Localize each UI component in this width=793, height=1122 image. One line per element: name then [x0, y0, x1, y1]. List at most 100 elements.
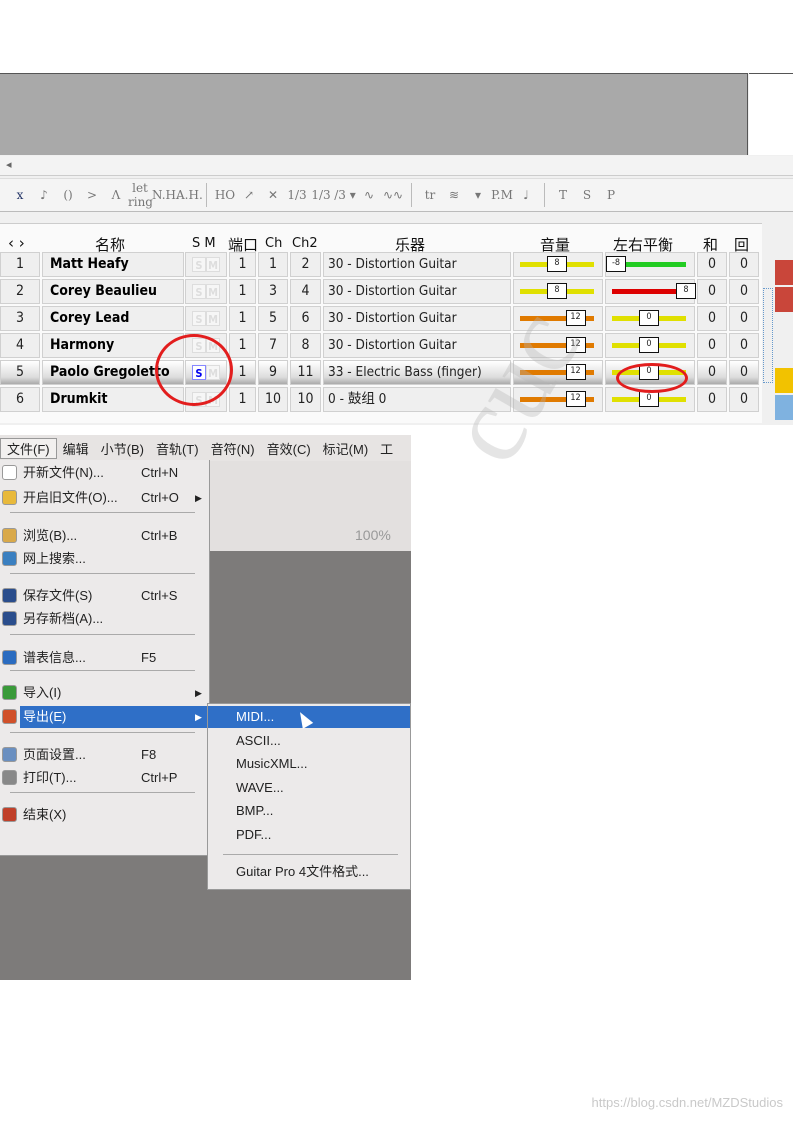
cell-reverb: 0	[729, 306, 759, 331]
vertical-scrollbar[interactable]	[763, 288, 773, 383]
toolbar-effect-icon[interactable]: N.H.	[152, 188, 180, 202]
toolbar-effect-icon[interactable]: ≋	[442, 188, 466, 202]
horizontal-scrollbar[interactable]: ◂	[0, 156, 793, 176]
toolbar-effect-icon[interactable]: A.H.	[176, 188, 203, 202]
cell-port: 1	[229, 360, 256, 385]
nav-arrows[interactable]: ‹ ›	[8, 234, 25, 252]
menu-item[interactable]: 开新文件(N)... Ctrl+N	[0, 462, 210, 484]
cell-instrument[interactable]: 30 - Distortion Guitar	[323, 252, 511, 277]
menubar-item[interactable]: 音效(C)	[261, 439, 317, 458]
toolbar-effect-icon[interactable]: ✕	[261, 188, 285, 202]
export-item[interactable]: MusicXML...	[208, 753, 410, 775]
menu-item[interactable]: 导入(I) ▶	[0, 682, 210, 704]
solo-toggle[interactable]: S	[192, 257, 206, 272]
menubar-item[interactable]: 工	[374, 439, 399, 458]
menu-separator	[223, 854, 398, 855]
pan-slider-knob[interactable]: 0	[639, 391, 659, 407]
pan-slider-knob[interactable]: -8	[606, 256, 626, 272]
pan-slider-knob[interactable]: 8	[676, 283, 696, 299]
cell-volume[interactable]: 8	[513, 279, 603, 304]
toolbar-effect-icon[interactable]: >	[80, 188, 104, 202]
menubar-item[interactable]: 编辑	[57, 439, 95, 458]
menubar-item[interactable]: 文件(F)	[0, 437, 57, 459]
volume-slider-knob[interactable]: 8	[547, 283, 567, 299]
menu-item-shortcut: Ctrl+S	[141, 588, 178, 603]
toolbar-effect-icon[interactable]: P	[599, 188, 623, 202]
volume-slider-knob[interactable]: 12	[565, 310, 586, 326]
mute-toggle[interactable]: M	[206, 311, 220, 326]
menu-item[interactable]: 导出(E) ▶	[0, 706, 210, 728]
menu-item[interactable]: 页面设置... F8	[0, 744, 210, 766]
solo-toggle[interactable]: S	[192, 311, 206, 326]
track-row[interactable]: 4 Harmony S M 1 7 8 30 - Distortion Guitar 12 0 0 0	[0, 332, 762, 359]
toolbar-effect-icon[interactable]: ()	[56, 188, 80, 202]
cell-name[interactable]: Matt Heafy	[42, 252, 184, 277]
menubar-item[interactable]: 音符(N)	[205, 439, 261, 458]
menu-item-label: 打印(T)...	[23, 770, 77, 785]
pan-slider-track[interactable]	[612, 289, 676, 294]
pan-slider-knob[interactable]: 0	[639, 337, 659, 353]
export-item[interactable]: ASCII...	[208, 730, 410, 752]
exit-icon	[2, 807, 17, 822]
cell-sm[interactable]: SM	[185, 252, 227, 277]
cell-instrument[interactable]: 30 - Distortion Guitar	[323, 279, 511, 304]
menu-item[interactable]: 浏览(B)... Ctrl+B	[0, 525, 210, 547]
mute-toggle[interactable]: M	[206, 284, 220, 299]
cell-reverb: 0	[729, 333, 759, 358]
cell-name[interactable]: Corey Beaulieu	[42, 279, 184, 304]
toolbar-effect-icon[interactable]: ∿	[357, 188, 381, 202]
export-item[interactable]: BMP...	[208, 800, 410, 822]
cell-sm[interactable]: SM	[185, 306, 227, 331]
toolbar-effect-icon[interactable]: /3 ▾	[333, 188, 357, 202]
cell-name[interactable]: Corey Lead	[42, 306, 184, 331]
menu-separator	[10, 573, 195, 574]
menu-item[interactable]: 另存新档(A)...	[0, 608, 210, 630]
track-row[interactable]: 2 Corey Beaulieu S M 1 3 4 30 - Distortion Guit…	[0, 278, 762, 305]
cell-pan[interactable]: 0	[605, 333, 695, 358]
cell-sm[interactable]: SM	[185, 279, 227, 304]
export-item[interactable]: WAVE...	[208, 777, 410, 799]
toolbar-effect-icon[interactable]: Λ	[104, 188, 128, 202]
pan-slider-knob[interactable]: 0	[639, 310, 659, 326]
cell-pan[interactable]: -8	[605, 252, 695, 277]
toolbar-effect-icon[interactable]: T	[551, 188, 575, 202]
toolbar-effect-icon[interactable]: 1/3	[309, 188, 333, 202]
track-color-swatch	[775, 341, 793, 366]
track-row[interactable]: 1 Matt Heafy S M 1 1 2 30 - Distortion Guitar 8-…	[0, 251, 762, 278]
toolbar-effect-icon[interactable]: P.M	[490, 188, 514, 202]
toolbar-effect-icon[interactable]: let ring	[128, 181, 153, 209]
mute-toggle[interactable]: M	[206, 257, 220, 272]
cell-pan[interactable]: 0	[605, 306, 695, 331]
cell-index: 5	[0, 360, 40, 385]
toolbar-effect-icon[interactable]: ▾	[466, 188, 490, 202]
volume-slider-knob[interactable]: 8	[547, 256, 567, 272]
menubar: 文件(F) 编辑 小节(B) 音轨(T) 音符(N) 音效(C) 标记(M) 工	[0, 435, 411, 461]
menubar-item[interactable]: 标记(M)	[317, 439, 375, 458]
toolbar-effect-icon[interactable]: 1/3	[285, 188, 309, 202]
toolbar-effect-icon[interactable]: ∿∿	[381, 188, 405, 202]
toolbar-effect-icon[interactable]: ↗	[237, 188, 261, 202]
toolbar-effect-icon[interactable]: x	[8, 188, 32, 202]
toolbar-effect-icon[interactable]: HO	[213, 188, 237, 202]
toolbar-effect-icon[interactable]: S	[575, 188, 599, 202]
export-item[interactable]: Guitar Pro 4文件格式...	[208, 861, 410, 883]
toolbar-effect-icon[interactable]: ♪	[32, 188, 56, 202]
menu-item-label: 开启旧文件(O)...	[23, 490, 118, 505]
menu-item-label: 网上搜索...	[23, 551, 86, 566]
menu-item[interactable]: 开启旧文件(O)... Ctrl+O ▶	[0, 487, 210, 509]
cell-chorus: 0	[697, 360, 727, 385]
menu-item[interactable]: 结束(X)	[0, 804, 210, 826]
menubar-item[interactable]: 音轨(T)	[150, 439, 205, 458]
menu-item[interactable]: 保存文件(S) Ctrl+S	[0, 585, 210, 607]
menu-item[interactable]: 打印(T)... Ctrl+P	[0, 767, 210, 789]
cell-volume[interactable]: 8	[513, 252, 603, 277]
menu-item[interactable]: 谱表信息... F5	[0, 647, 210, 669]
toolbar-effect-icon[interactable]: tr	[418, 188, 442, 202]
toolbar-effect-icon[interactable]: ♩	[514, 188, 538, 202]
export-item[interactable]: PDF...	[208, 824, 410, 846]
cell-pan[interactable]: 8	[605, 279, 696, 304]
track-row[interactable]: 3 Corey Lead S M 1 5 6 30 - Distortion Guitar 12…	[0, 305, 762, 332]
menubar-item[interactable]: 小节(B)	[95, 439, 150, 458]
menu-item[interactable]: 网上搜索...	[0, 548, 210, 570]
solo-toggle[interactable]: S	[192, 284, 206, 299]
